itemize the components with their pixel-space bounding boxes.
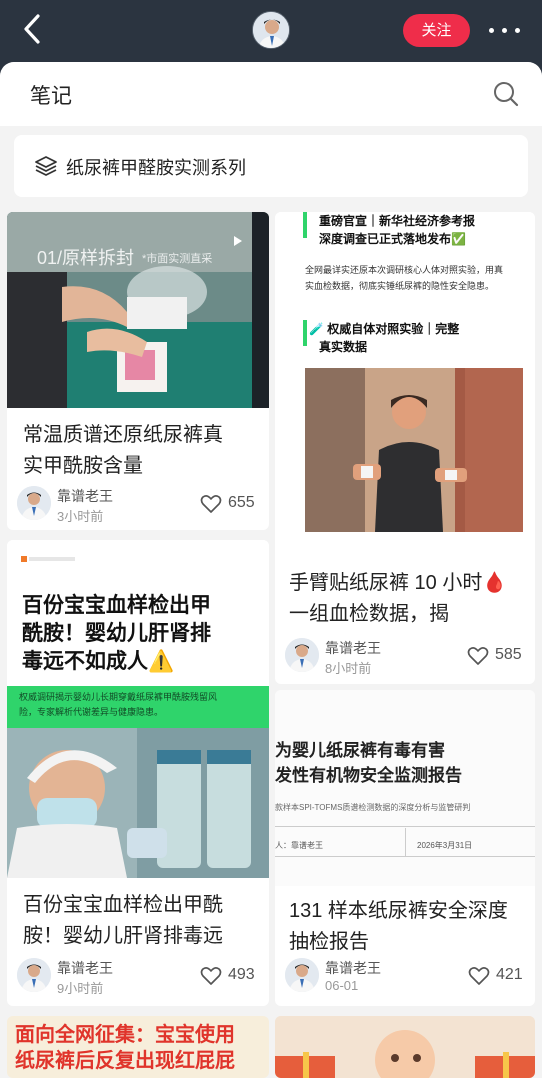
heart-icon[interactable] bbox=[467, 646, 489, 666]
note-card[interactable]: 重磅官宣｜新华社经济参考报 深度调查已正式落地发布✅ 全网最详实还原本次调研核心… bbox=[275, 212, 535, 684]
cover-report-date: 2026年3月31日 bbox=[417, 841, 473, 850]
more-dots-icon[interactable] bbox=[487, 20, 523, 40]
cover-big-line: 酰胺！婴幼儿肝肾排 bbox=[22, 622, 211, 645]
note-title-line: 常温质谱还原纸尿裤真 bbox=[23, 424, 223, 446]
cover-body-line: 实血检数据，彻底实锤纸尿裤的隐性安全隐患。 bbox=[305, 281, 495, 291]
top-bar: 关注 bbox=[0, 0, 542, 62]
cover-call-text: 面向全网征集：宝宝使用 纸尿裤后反复出现红屁屁 bbox=[15, 1022, 235, 1074]
author-name[interactable]: 靠谱老王 bbox=[57, 958, 113, 978]
post-time: 8小时前 bbox=[325, 661, 372, 676]
note-title-line: 131 样本纸尿裤安全深度 bbox=[289, 900, 508, 922]
cover-banner-line: 险，专家解析代谢差异与健康隐患。 bbox=[19, 707, 164, 717]
like-count: 493 bbox=[228, 966, 255, 983]
search-icon[interactable] bbox=[492, 80, 520, 108]
note-title-line: 一组血检数据，揭 bbox=[289, 603, 449, 625]
heart-icon[interactable] bbox=[200, 494, 222, 514]
cover-call-line: 纸尿裤后反复出现红屁屁 bbox=[15, 1050, 235, 1072]
author-name[interactable]: 靠谱老王 bbox=[325, 958, 381, 978]
avatar[interactable] bbox=[17, 958, 51, 992]
cover-illustration bbox=[275, 1016, 535, 1078]
author-name[interactable]: 靠谱老王 bbox=[57, 486, 113, 506]
cover-sub-line: 真实数据 bbox=[319, 340, 368, 354]
sheet-header: 笔记 bbox=[0, 62, 542, 126]
author-avatar[interactable] bbox=[252, 11, 290, 49]
cover-banner-line: 权威调研揭示婴幼儿长期穿戴纸尿裤甲酰胺残留风 bbox=[19, 692, 218, 702]
series-collection-row[interactable]: 纸尿裤甲醛胺实测系列 bbox=[14, 135, 528, 197]
note-cover-image: 重磅官宣｜新华社经济参考报 深度调查已正式落地发布✅ 全网最详实还原本次调研核心… bbox=[275, 212, 535, 550]
cover-big-line: 百份宝宝血样检出甲 bbox=[22, 594, 211, 617]
post-time: 06-01 bbox=[325, 978, 359, 993]
cover-headline-line: 重磅官宣｜新华社经济参考报 bbox=[319, 214, 476, 228]
cover-subheadline: 🧪 权威自体对照实验｜完整 真实数据 bbox=[309, 320, 459, 356]
cover-overlay-title: 01/原样拆封 bbox=[37, 248, 135, 268]
like-count: 655 bbox=[228, 494, 255, 511]
note-title: 手臂贴纸尿裤 10 小时🩸 一组血检数据，揭 bbox=[289, 568, 507, 630]
note-title-line: 抽检报告 bbox=[289, 931, 369, 953]
cover-call-line: 面向全网征集：宝宝使用 bbox=[15, 1024, 235, 1046]
cover-overlay-sub: *市面实测直采 bbox=[142, 253, 213, 265]
cover-big-line: 毒远不如成人⚠️ bbox=[22, 650, 175, 673]
cover-report-title: 为婴儿纸尿裤有毒有害 发性有机物安全监测报告 bbox=[275, 738, 462, 788]
cover-body: 全网最详实还原本次调研核心人体对照实验，用真 实血检数据，彻底实锤纸尿裤的隐性安… bbox=[305, 262, 503, 294]
cover-report-line: 为婴儿纸尿裤有毒有害 bbox=[275, 741, 445, 760]
back-chevron-icon[interactable] bbox=[18, 12, 48, 46]
note-card[interactable]: 百份宝宝血样检出甲 酰胺！婴幼儿肝肾排 毒远不如成人⚠️ 权威调研揭示婴幼儿长期… bbox=[7, 540, 269, 1006]
note-title-line: 胺！婴幼儿肝肾排毒远 bbox=[23, 925, 223, 947]
note-title: 常温质谱还原纸尿裤真 实甲酰胺含量 bbox=[23, 420, 223, 482]
avatar[interactable] bbox=[285, 958, 319, 992]
note-title-line: 实甲酰胺含量 bbox=[23, 455, 143, 477]
cover-banner: 权威调研揭示婴幼儿长期穿戴纸尿裤甲酰胺残留风 险，专家解析代谢差异与健康隐患。 bbox=[19, 690, 217, 720]
cover-report-author: 人：靠谱老王 bbox=[275, 841, 323, 850]
cover-illustration bbox=[7, 728, 269, 878]
like-count: 585 bbox=[495, 646, 522, 663]
cover-illustration bbox=[305, 368, 523, 532]
note-title-line: 百份宝宝血样检出甲酰 bbox=[23, 894, 223, 916]
cover-report-sub: 款样本SPI-TOFMS质谱检测数据的深度分析与监管研判 bbox=[275, 803, 471, 812]
note-title-line: 手臂贴纸尿裤 10 小时🩸 bbox=[289, 572, 508, 594]
heart-icon[interactable] bbox=[468, 966, 490, 986]
notes-sheet: 笔记 纸尿裤甲醛胺实测系列 01/原样拆封 *市面实测直采 常温质谱还原纸尿裤真… bbox=[0, 62, 542, 1078]
note-card[interactable]: 01/原样拆封 *市面实测直采 常温质谱还原纸尿裤真 实甲酰胺含量 靠谱老王 3… bbox=[7, 212, 269, 530]
avatar[interactable] bbox=[285, 638, 319, 672]
avatar[interactable] bbox=[17, 486, 51, 520]
cover-report-line: 发性有机物安全监测报告 bbox=[275, 766, 462, 785]
cover-big-headline: 百份宝宝血样检出甲 酰胺！婴幼儿肝肾排 毒远不如成人⚠️ bbox=[22, 592, 211, 676]
cover-headline: 重磅官宣｜新华社经济参考报 深度调查已正式落地发布✅ bbox=[319, 212, 475, 248]
note-card[interactable] bbox=[275, 1016, 535, 1078]
note-title: 131 样本纸尿裤安全深度 抽检报告 bbox=[289, 896, 508, 958]
post-time: 9小时前 bbox=[57, 981, 104, 996]
note-cover-image: 为婴儿纸尿裤有毒有害 发性有机物安全监测报告 款样本SPI-TOFMS质谱检测数… bbox=[275, 690, 535, 886]
sheet-title: 笔记 bbox=[30, 85, 72, 108]
cover-body-line: 全网最详实还原本次调研核心人体对照实验，用真 bbox=[305, 265, 504, 275]
like-count: 421 bbox=[496, 966, 523, 983]
heart-icon[interactable] bbox=[200, 966, 222, 986]
note-card[interactable]: 为婴儿纸尿裤有毒有害 发性有机物安全监测报告 款样本SPI-TOFMS质谱检测数… bbox=[275, 690, 535, 1006]
note-cover-image: 百份宝宝血样检出甲 酰胺！婴幼儿肝肾排 毒远不如成人⚠️ 权威调研揭示婴幼儿长期… bbox=[7, 540, 269, 878]
cover-sub-line: 🧪 权威自体对照实验｜完整 bbox=[309, 322, 460, 336]
note-card[interactable]: 面向全网征集：宝宝使用 纸尿裤后反复出现红屁屁 bbox=[7, 1016, 269, 1078]
post-time: 3小时前 bbox=[57, 509, 104, 524]
layers-icon bbox=[35, 156, 57, 176]
note-title: 百份宝宝血样检出甲酰 胺！婴幼儿肝肾排毒远 bbox=[23, 890, 223, 952]
follow-button[interactable]: 关注 bbox=[403, 14, 470, 47]
cover-headline-line: 深度调查已正式落地发布✅ bbox=[319, 232, 466, 246]
author-name[interactable]: 靠谱老王 bbox=[325, 638, 381, 658]
series-label: 纸尿裤甲醛胺实测系列 bbox=[66, 158, 246, 178]
note-cover-image: 01/原样拆封 *市面实测直采 bbox=[7, 212, 269, 408]
